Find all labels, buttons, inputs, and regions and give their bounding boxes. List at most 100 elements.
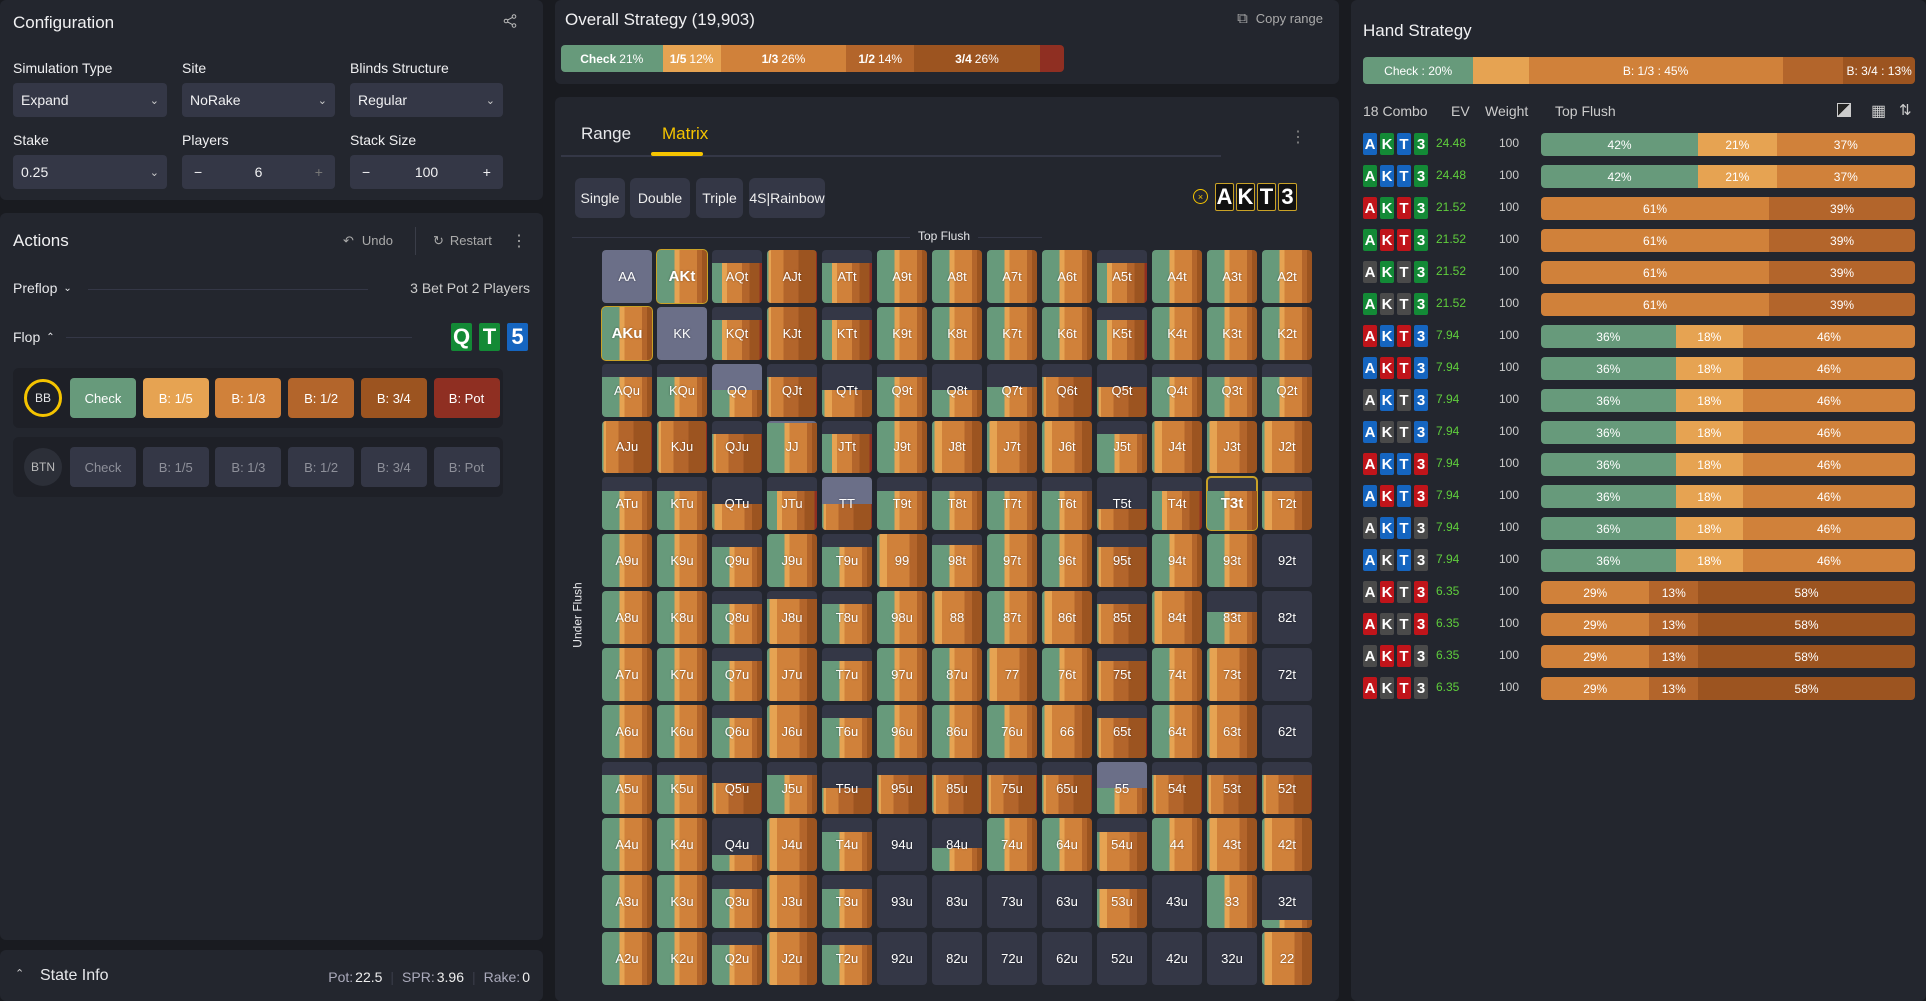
matrix-cell[interactable]: A6u	[602, 704, 652, 758]
matrix-cell[interactable]: 84u	[932, 818, 982, 872]
matrix-cell[interactable]: 85u	[932, 761, 982, 815]
matrix-cell[interactable]: 72t	[1262, 647, 1312, 701]
action-button[interactable]: B: 3/4	[360, 447, 427, 487]
matrix-cell[interactable]: AQt	[712, 250, 762, 303]
matrix-cell[interactable]: A7t	[987, 250, 1037, 303]
matrix-cell[interactable]: Q4u	[712, 818, 762, 872]
filter-triple[interactable]: Triple	[696, 178, 743, 218]
matrix-cell[interactable]: A8t	[932, 250, 982, 303]
action-button[interactable]: B: 1/3	[215, 447, 282, 487]
matrix-cell[interactable]: 95t	[1097, 534, 1147, 588]
matrix-cell[interactable]: K9u	[657, 534, 707, 588]
matrix-cell[interactable]: 65t	[1097, 704, 1147, 758]
combo-row[interactable]: A K T 3 24.48 100 42% 21% 37%	[1363, 164, 1915, 188]
matrix-cell[interactable]: J7t	[987, 420, 1037, 474]
matrix-cell[interactable]: 96u	[877, 704, 927, 758]
matrix-cell[interactable]: 97t	[987, 534, 1037, 588]
combo-row[interactable]: A K T 3 6.35 100 29% 13% 58%	[1363, 612, 1915, 636]
matrix-cell[interactable]: 42t	[1262, 818, 1312, 872]
matrix-cell[interactable]: 54u	[1097, 818, 1147, 872]
matrix-cell[interactable]: 42u	[1152, 932, 1202, 985]
matrix-cell[interactable]: 53t	[1207, 761, 1257, 815]
combo-row[interactable]: A K T 3 7.94 100 36% 18% 46%	[1363, 452, 1915, 476]
matrix-cell[interactable]: J6t	[1042, 420, 1092, 474]
matrix-cell[interactable]: AKt	[656, 249, 708, 304]
matrix-cell[interactable]: 44	[1152, 818, 1202, 872]
matrix-cell[interactable]: Q6u	[712, 704, 762, 758]
matrix-cell[interactable]: K2t	[1262, 306, 1312, 360]
matrix-cell[interactable]: T6u	[822, 704, 872, 758]
matrix-cell[interactable]: JTt	[822, 420, 872, 474]
matrix-cell[interactable]: J6u	[767, 704, 817, 758]
matrix-cell[interactable]: 83u	[932, 875, 982, 929]
matrix-cell[interactable]: 63u	[1042, 875, 1092, 929]
matrix-cell[interactable]: 75t	[1097, 647, 1147, 701]
matrix-cell[interactable]: T7u	[822, 647, 872, 701]
matrix-cell[interactable]: 73u	[987, 875, 1037, 929]
matrix-cell[interactable]: K2u	[657, 932, 707, 985]
combo-row[interactable]: A K T 3 6.35 100 29% 13% 58%	[1363, 676, 1915, 700]
matrix-cell[interactable]: KJu	[657, 420, 707, 474]
matrix-cell[interactable]: T7t	[987, 477, 1037, 531]
matrix-cell[interactable]: 98u	[877, 591, 927, 644]
matrix-cell[interactable]: AKu	[601, 305, 653, 361]
matrix-cell[interactable]: Q6t	[1042, 363, 1092, 417]
matrix-cell[interactable]: T4t	[1152, 477, 1202, 531]
minus-icon[interactable]: −	[194, 164, 202, 180]
action-button[interactable]: Check	[70, 378, 136, 418]
matrix-cell[interactable]: T5u	[822, 761, 872, 815]
matrix-cell[interactable]: 32t	[1262, 875, 1312, 929]
matrix-cell[interactable]: A9u	[602, 534, 652, 588]
action-button[interactable]: B: 1/3	[215, 378, 282, 418]
matrix-cell[interactable]: 77	[987, 647, 1037, 701]
matrix-cell[interactable]: 88	[932, 591, 982, 644]
action-button[interactable]: B: 1/2	[288, 447, 355, 487]
matrix-cell[interactable]: 55	[1097, 761, 1147, 815]
matrix-cell[interactable]: K4t	[1152, 306, 1202, 360]
matrix-cell[interactable]: JJ	[767, 420, 817, 474]
matrix-cell[interactable]: JTu	[767, 477, 817, 531]
matrix-cell[interactable]: A6t	[1042, 250, 1092, 303]
matrix-cell[interactable]: K6t	[1042, 306, 1092, 360]
matrix-cell[interactable]: 63t	[1207, 704, 1257, 758]
matrix-cell[interactable]: J7u	[767, 647, 817, 701]
matrix-cell[interactable]: K8u	[657, 591, 707, 644]
copy-range-button[interactable]: ⧉ Copy range	[1237, 10, 1323, 27]
matrix-cell[interactable]: 76t	[1042, 647, 1092, 701]
matrix-cell[interactable]: A8u	[602, 591, 652, 644]
players-value[interactable]: 6	[255, 164, 263, 180]
calculator-icon[interactable]: ▦	[1871, 101, 1886, 121]
matrix-cell[interactable]: K7u	[657, 647, 707, 701]
matrix-cell[interactable]: A3u	[602, 875, 652, 929]
combo-row[interactable]: A K T 3 7.94 100 36% 18% 46%	[1363, 356, 1915, 380]
matrix-cell[interactable]: Q9u	[712, 534, 762, 588]
matrix-cell[interactable]: Q8t	[932, 363, 982, 417]
matrix-cell[interactable]: J5t	[1097, 420, 1147, 474]
site-select[interactable]: NoRake ⌄	[182, 83, 335, 117]
matrix-cell[interactable]: J4t	[1152, 420, 1202, 474]
matrix-cell[interactable]: A2u	[602, 932, 652, 985]
matrix-cell[interactable]: KTu	[657, 477, 707, 531]
matrix-cell[interactable]: ATu	[602, 477, 652, 531]
action-button[interactable]: B: 3/4	[360, 378, 427, 418]
plus-icon[interactable]: +	[315, 164, 323, 180]
plus-icon[interactable]: +	[483, 164, 491, 180]
matrix-cell[interactable]: QQ	[712, 363, 762, 417]
matrix-cell[interactable]: 64u	[1042, 818, 1092, 872]
matrix-cell[interactable]: 33	[1207, 875, 1257, 929]
matrix-cell[interactable]: K5t	[1097, 306, 1147, 360]
matrix-cell[interactable]: A2t	[1262, 250, 1312, 303]
matrix-cell[interactable]: J9t	[877, 420, 927, 474]
action-button[interactable]: B: 1/5	[142, 378, 209, 418]
combo-row[interactable]: A K T 3 7.94 100 36% 18% 46%	[1363, 324, 1915, 348]
matrix-cell[interactable]: 93t	[1207, 534, 1257, 588]
matrix-cell[interactable]: AA	[602, 250, 652, 303]
matrix-cell[interactable]: Q7u	[712, 647, 762, 701]
more-icon[interactable]: ⋮	[1290, 127, 1306, 147]
matrix-cell[interactable]: 87u	[932, 647, 982, 701]
matrix-cell[interactable]: KK	[657, 306, 707, 360]
action-button[interactable]: B: 1/5	[142, 447, 209, 487]
combo-row[interactable]: A K T 3 7.94 100 36% 18% 46%	[1363, 484, 1915, 508]
matrix-cell[interactable]: 82t	[1262, 591, 1312, 644]
filter-single[interactable]: Single	[575, 178, 625, 218]
